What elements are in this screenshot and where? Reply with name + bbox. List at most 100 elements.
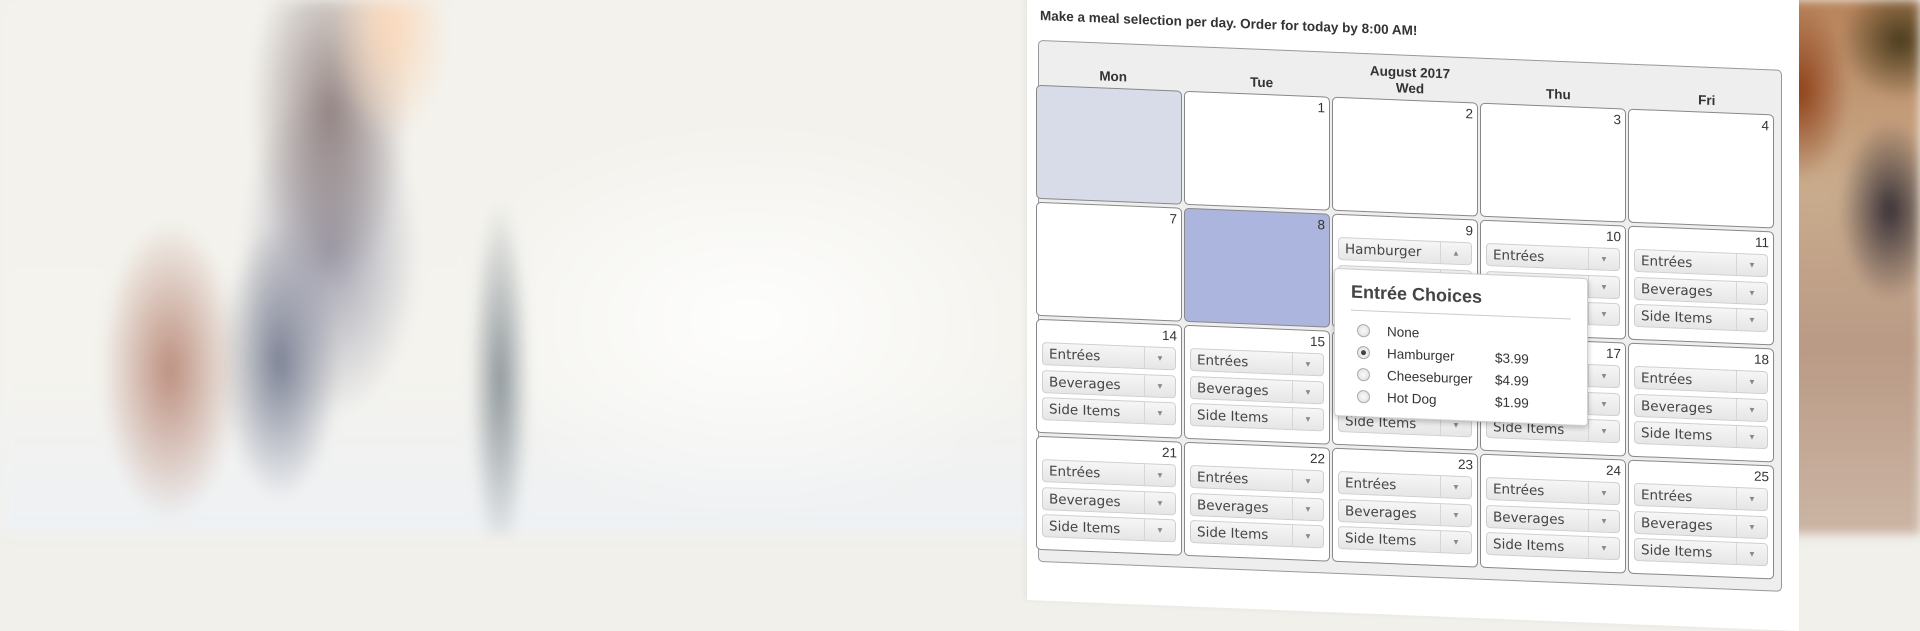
chevron-down-icon[interactable]: ▼ [1292, 381, 1323, 404]
chevron-down-icon[interactable]: ▼ [1588, 303, 1619, 326]
chevron-down-icon[interactable]: ▼ [1588, 276, 1619, 299]
chevron-down-icon[interactable]: ▼ [1440, 531, 1471, 554]
chevron-down-icon[interactable]: ▼ [1144, 375, 1175, 398]
entrees-dropdown[interactable]: Entrées ▼ [1190, 465, 1324, 494]
side-items-dropdown[interactable]: Side Items▼ [1634, 420, 1768, 450]
side-items-dropdown[interactable]: Side Items ▼ [1042, 397, 1176, 426]
chevron-down-icon[interactable]: ▼ [1144, 347, 1175, 370]
chevron-down-icon[interactable]: ▼ [1588, 420, 1619, 443]
day-number: 21 [1161, 444, 1177, 461]
chevron-down-icon[interactable]: ▼ [1292, 498, 1323, 521]
chevron-down-icon[interactable]: ▼ [1588, 482, 1619, 505]
side-items-dropdown[interactable]: Side Items▼ [1486, 531, 1620, 561]
side-items-dropdown[interactable]: Side Items ▼ [1338, 525, 1472, 555]
dropdown-label: Side Items [1197, 406, 1269, 426]
chevron-down-icon[interactable]: ▼ [1588, 393, 1619, 416]
entrees-dropdown[interactable]: Entrées ▼ [1338, 470, 1472, 500]
day-cell-11: 11 Entrées ▼ Beverages ▼ Side Items ▼ [1628, 225, 1774, 346]
chevron-down-icon[interactable]: ▼ [1736, 487, 1767, 511]
dropdown-label: Entrées [1641, 486, 1693, 505]
option-name: None [1387, 323, 1420, 340]
beverages-dropdown[interactable]: Beverages ▼ [1486, 504, 1620, 534]
chevron-down-icon[interactable]: ▼ [1736, 308, 1767, 332]
radio-hamburger[interactable] [1357, 345, 1370, 359]
chevron-down-icon[interactable]: ▼ [1292, 470, 1323, 493]
beverages-dropdown[interactable]: Beverages ▼ [1634, 393, 1768, 423]
chevron-down-icon[interactable]: ▼ [1144, 464, 1175, 487]
beverages-dropdown[interactable]: Beverages ▼ [1190, 493, 1324, 522]
entrees-dropdown[interactable]: Entrées ▼ [1042, 459, 1176, 488]
radio-cheeseburger[interactable] [1357, 367, 1370, 381]
chevron-down-icon[interactable]: ▼ [1588, 537, 1619, 560]
dropdown-label: Beverages [1641, 514, 1713, 534]
dropdown-label: Beverages [1641, 280, 1713, 300]
dropdown-label: Side Items [1049, 400, 1121, 420]
day-number: 8 [1317, 217, 1325, 233]
chevron-down-icon[interactable]: ▼ [1588, 365, 1619, 388]
day-cell-3: 3 [1480, 102, 1626, 223]
day-number: 3 [1613, 112, 1621, 128]
side-items-dropdown[interactable]: Side Items▼ [1634, 303, 1768, 333]
day-cell-4: 4 [1628, 108, 1774, 229]
entrees-dropdown[interactable]: Entrées ▼ [1634, 482, 1768, 512]
day-number: 25 [1753, 468, 1769, 485]
entrees-dropdown[interactable]: Hamburger ▲ [1338, 236, 1472, 266]
dropdown-label: Entrées [1493, 480, 1545, 499]
option-price: $1.99 [1495, 393, 1529, 411]
entrees-dropdown[interactable]: Entrées ▼ [1634, 248, 1768, 278]
day-cell-25: 25 Entrées ▼ Beverages ▼ Side Items ▼ [1628, 459, 1774, 580]
radio-none[interactable] [1357, 323, 1370, 337]
chevron-down-icon[interactable]: ▼ [1736, 425, 1767, 449]
chevron-down-icon[interactable]: ▼ [1736, 398, 1767, 422]
option-price: $4.99 [1495, 371, 1529, 389]
day-number: 10 [1605, 228, 1621, 245]
beverages-dropdown[interactable]: Beverages ▼ [1634, 276, 1768, 306]
chevron-up-icon[interactable]: ▲ [1440, 242, 1471, 265]
entrees-dropdown[interactable]: Entrées ▼ [1486, 476, 1620, 506]
dropdown-label: Beverages [1049, 373, 1121, 393]
beverages-dropdown[interactable]: Beverages ▼ [1042, 487, 1176, 516]
chevron-down-icon[interactable]: ▼ [1440, 476, 1471, 499]
dropdown-label: Side Items [1345, 529, 1417, 549]
entrees-dropdown[interactable]: Entrées ▼ [1190, 348, 1324, 377]
chevron-down-icon[interactable]: ▼ [1144, 402, 1175, 425]
chevron-down-icon[interactable]: ▼ [1736, 370, 1767, 394]
dropdown-label: Hamburger [1345, 240, 1422, 260]
beverages-dropdown[interactable]: Beverages ▼ [1338, 498, 1472, 528]
side-items-dropdown[interactable]: Side Items▼ [1190, 520, 1324, 549]
option-price: $3.99 [1495, 349, 1529, 367]
day-number: 11 [1754, 234, 1769, 251]
chevron-down-icon[interactable]: ▼ [1736, 281, 1767, 305]
day-number: 17 [1605, 345, 1621, 362]
dropdown-label: Beverages [1197, 379, 1269, 399]
dropdown-label: Entrées [1641, 252, 1693, 271]
chevron-down-icon[interactable]: ▼ [1736, 515, 1767, 539]
chevron-down-icon[interactable]: ▼ [1144, 492, 1175, 515]
side-items-dropdown[interactable]: Side Items ▼ [1634, 537, 1768, 567]
entrees-dropdown[interactable]: Entrées ▼ [1486, 242, 1620, 272]
chevron-down-icon[interactable]: ▼ [1292, 353, 1323, 376]
radio-hot-dog[interactable] [1357, 389, 1370, 403]
entree-choices-popup: Entrée Choices None Hamburger $3.99 Chee… [1334, 268, 1588, 427]
dropdown-label: Side Items [1641, 541, 1713, 561]
chevron-down-icon[interactable]: ▼ [1144, 519, 1175, 542]
beverages-dropdown[interactable]: Beverages ▼ [1190, 376, 1324, 405]
dropdown-label: Entrées [1197, 351, 1249, 370]
day-number: 2 [1465, 106, 1473, 122]
beverages-dropdown[interactable]: Beverages ▼ [1042, 370, 1176, 399]
chevron-down-icon[interactable]: ▼ [1292, 525, 1323, 548]
chevron-down-icon[interactable]: ▼ [1588, 510, 1619, 533]
chevron-down-icon[interactable]: ▼ [1736, 542, 1767, 566]
chevron-down-icon[interactable]: ▼ [1588, 248, 1619, 271]
entrees-dropdown[interactable]: Entrées ▼ [1042, 342, 1176, 371]
chevron-down-icon[interactable]: ▼ [1440, 504, 1471, 527]
entrees-dropdown[interactable]: Entrées ▼ [1634, 365, 1768, 395]
day-number: 22 [1309, 450, 1325, 467]
beverages-dropdown[interactable]: Beverages ▼ [1634, 510, 1768, 540]
chevron-down-icon[interactable]: ▼ [1292, 408, 1323, 431]
chevron-down-icon[interactable]: ▼ [1736, 253, 1767, 277]
day-cell-8: 8 [1184, 207, 1330, 328]
side-items-dropdown[interactable]: Side Items ▼ [1190, 403, 1324, 432]
side-items-dropdown[interactable]: Side Items▼ [1042, 514, 1176, 543]
day-cell-14: 14 Entrées ▼ Beverages ▼ Side Items ▼ [1036, 318, 1182, 439]
